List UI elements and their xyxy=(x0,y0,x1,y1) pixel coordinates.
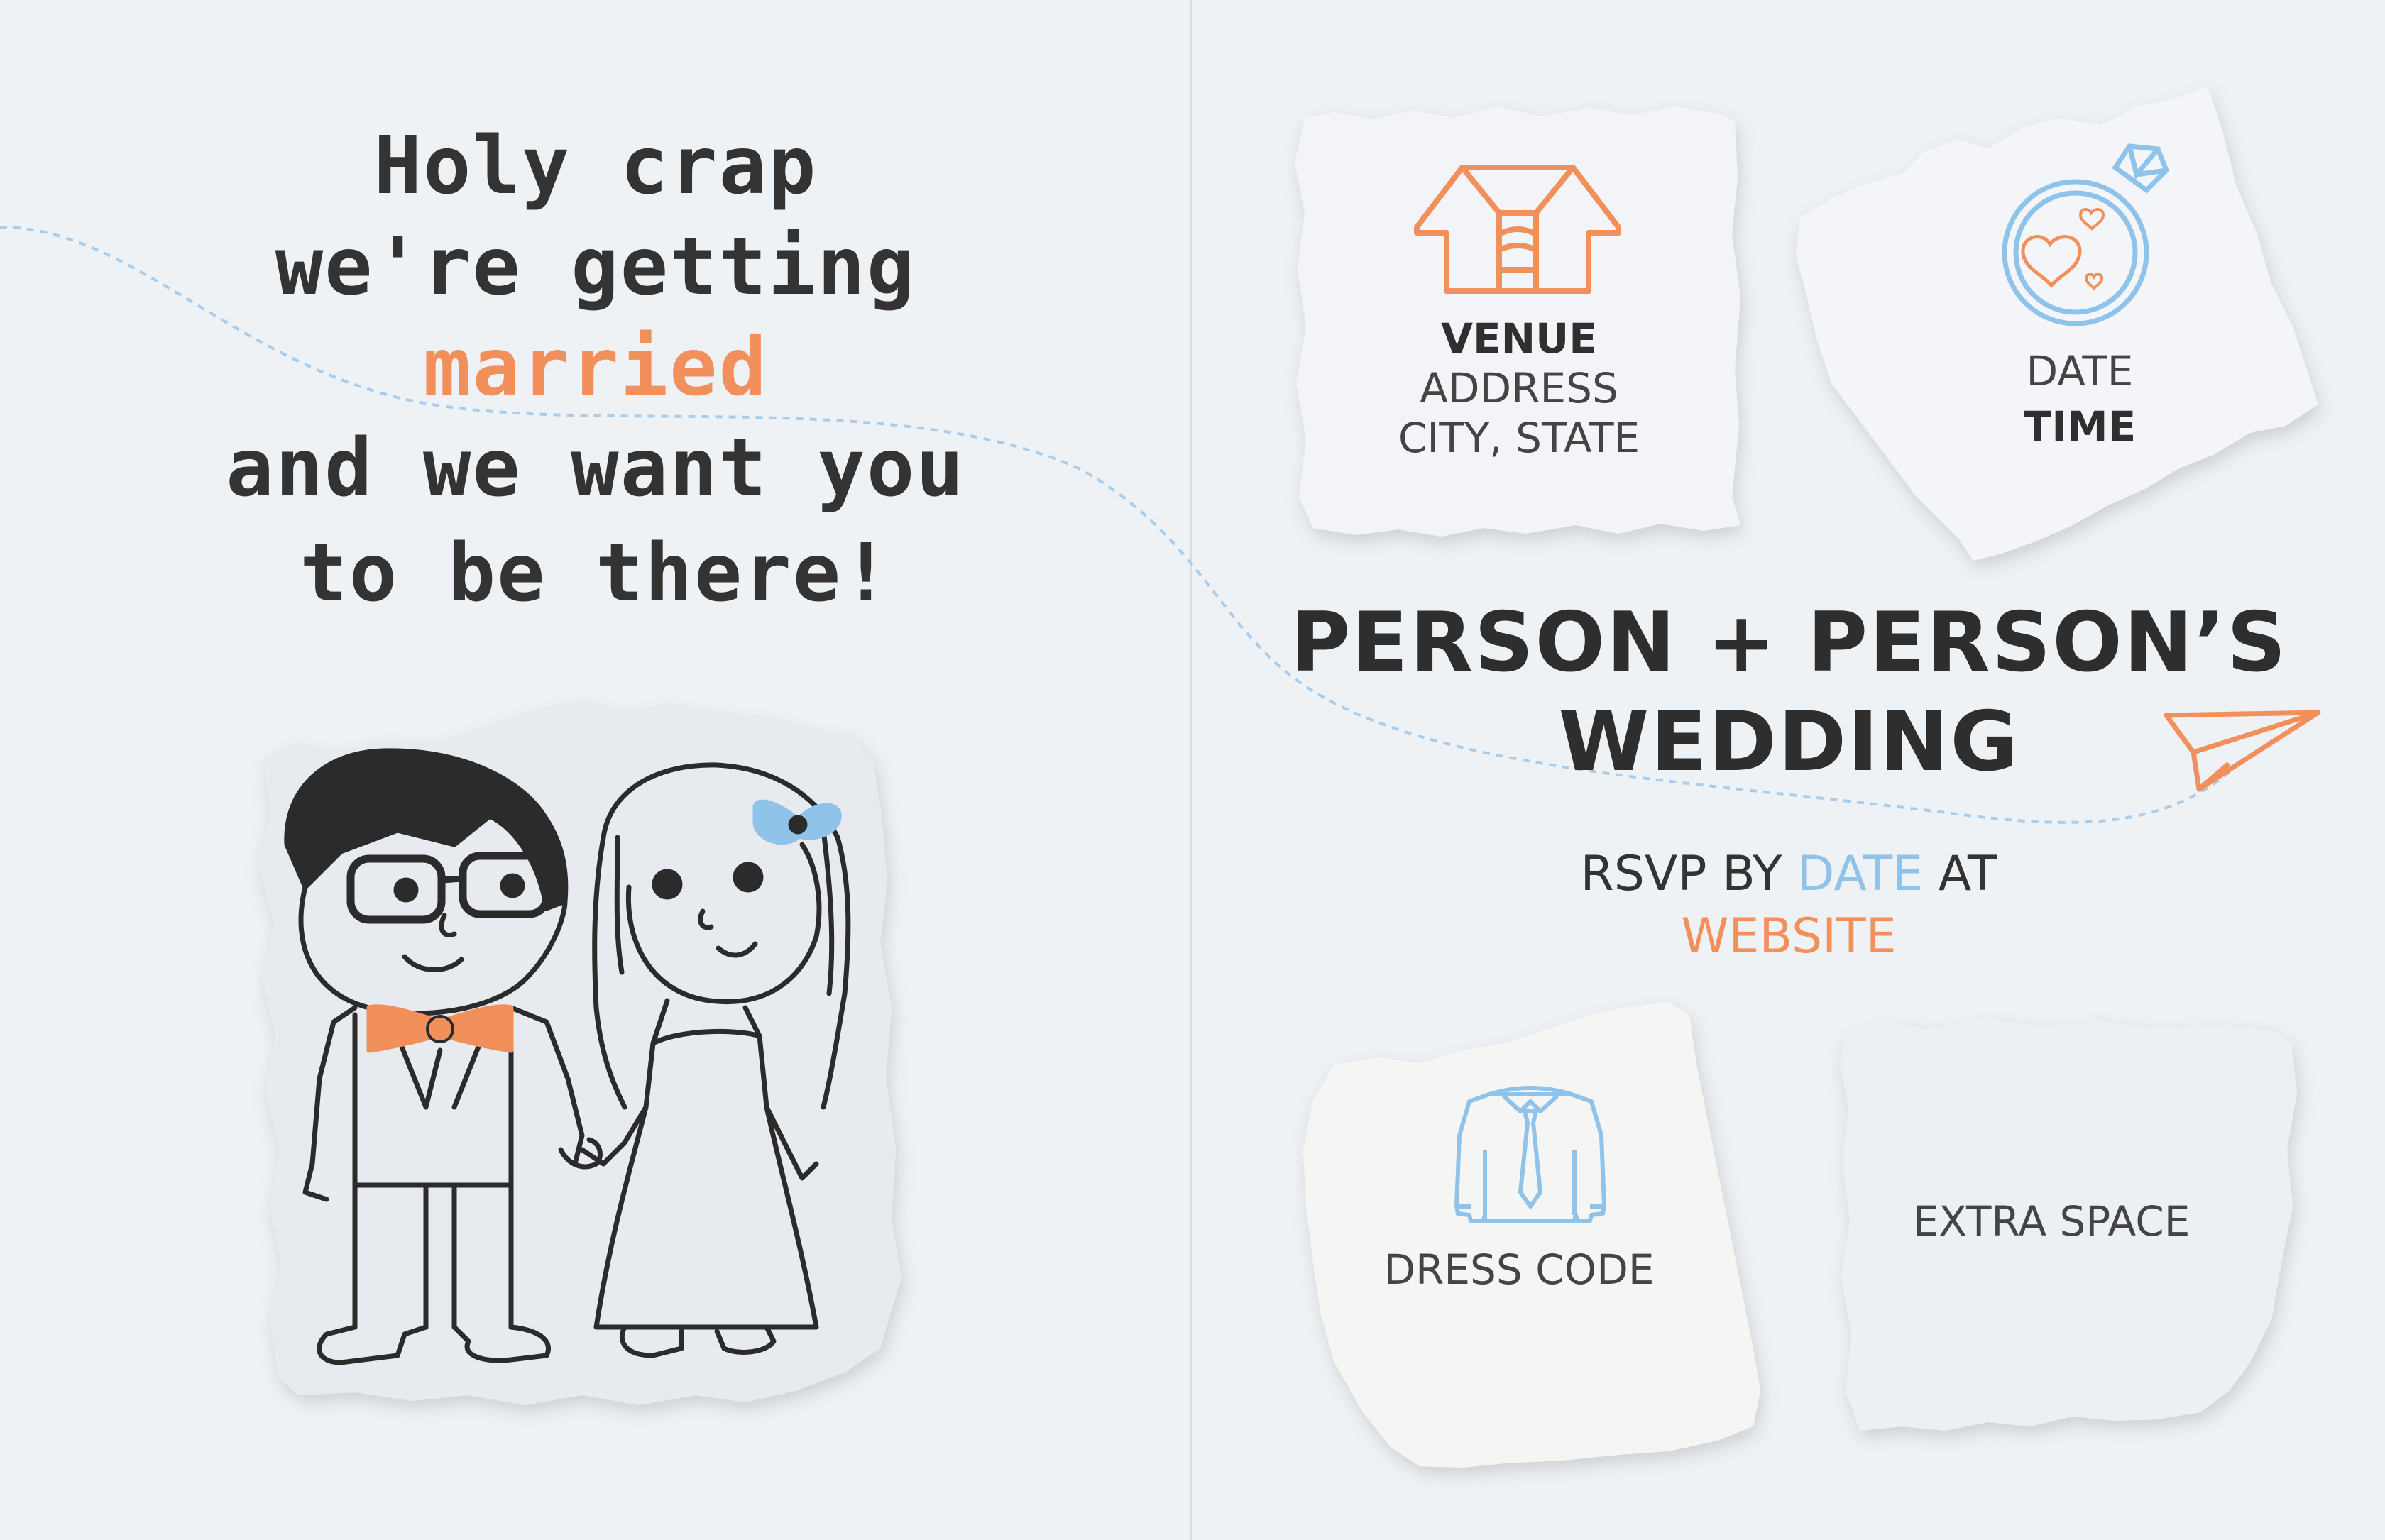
dress-paper xyxy=(1303,1002,1760,1468)
rsvp-at: AT xyxy=(1938,846,1997,902)
headline-line-1: Holy crap xyxy=(373,120,818,212)
headline-line-5: to be there! xyxy=(300,527,892,620)
venue-title: VENUE xyxy=(1441,314,1597,363)
venue-address: ADDRESS xyxy=(1420,364,1618,412)
headline-married: married xyxy=(422,321,768,414)
rsvp-website[interactable]: WEBSITE xyxy=(1263,913,2314,961)
rsvp-prefix: RSVP BY xyxy=(1580,846,1782,902)
extra-space-label: EXTRA SPACE xyxy=(1912,1197,2191,1245)
wedding-title-line-1: PERSON + PERSON’S xyxy=(1290,595,2288,691)
rsvp-line: RSVP BY DATE AT xyxy=(1263,850,2314,898)
venue-city-state: CITY, STATE xyxy=(1398,414,1640,462)
rsvp-date: DATE xyxy=(1797,846,1924,902)
headline-line-2: we're getting xyxy=(275,221,916,313)
event-date: DATE xyxy=(2026,347,2134,395)
wedding-title-line-2: WEDDING xyxy=(1558,694,2019,790)
headline-line-4: and we want you xyxy=(226,422,965,515)
dress-code-label: DRESS CODE xyxy=(1383,1245,1655,1294)
event-time: TIME xyxy=(2023,402,2137,451)
